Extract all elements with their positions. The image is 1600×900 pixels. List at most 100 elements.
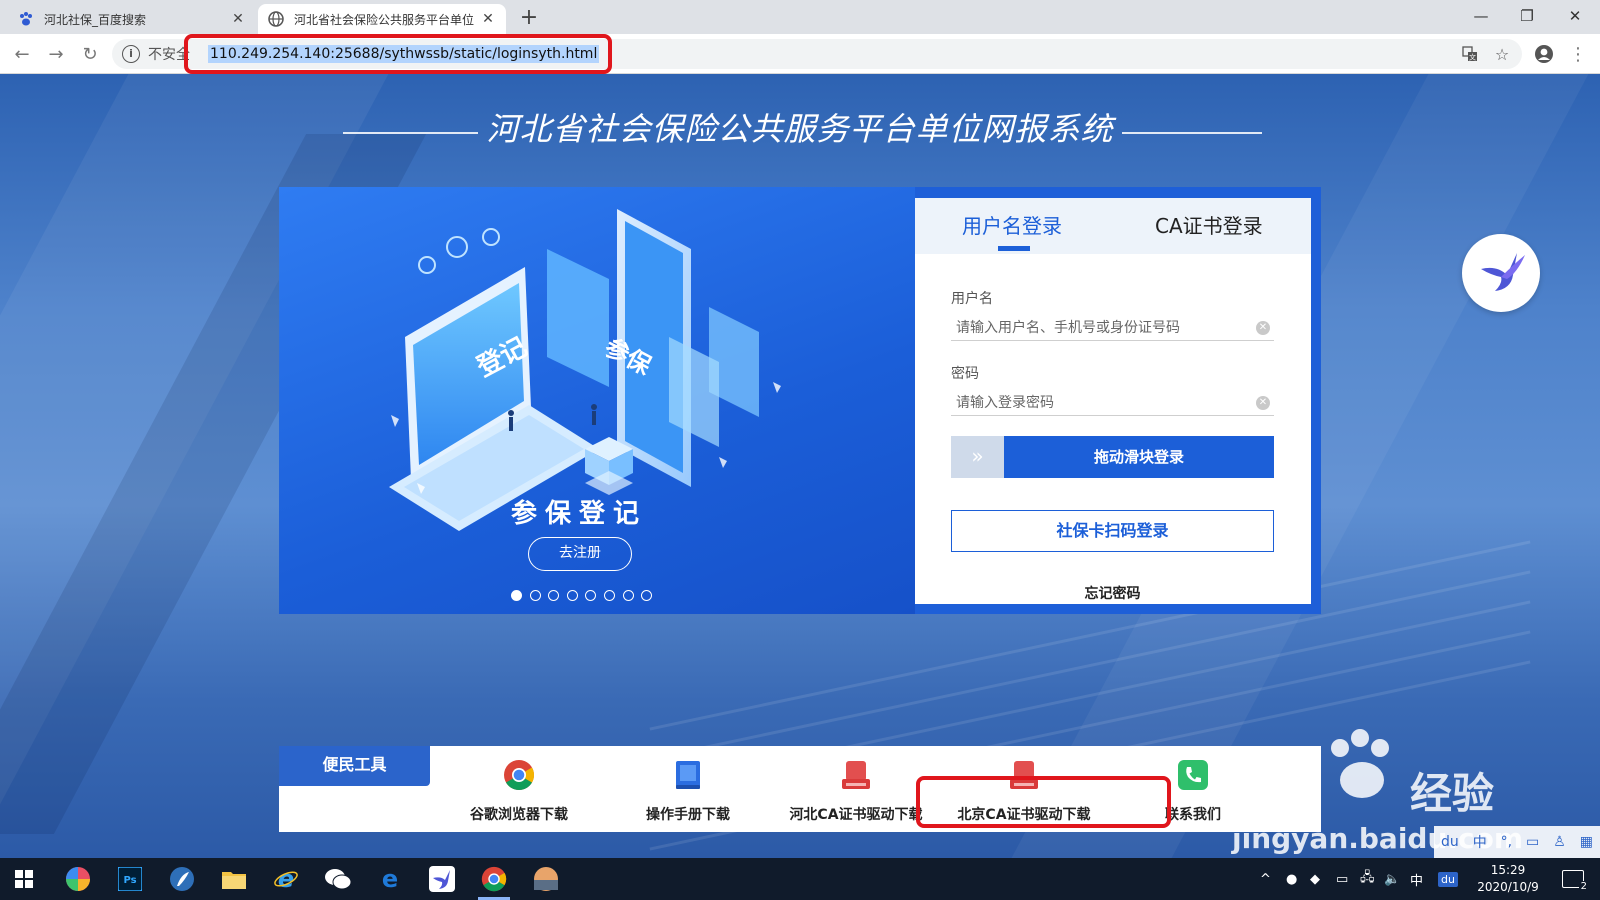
carousel-dot[interactable] xyxy=(548,590,560,601)
forgot-password-link[interactable]: 忘记密码 xyxy=(951,583,1274,603)
chinese-input-icon[interactable]: 中 xyxy=(1473,832,1487,852)
close-icon[interactable]: ✕ xyxy=(230,11,246,27)
reload-icon[interactable]: ↻ xyxy=(76,40,104,68)
restore-icon[interactable]: ❐ xyxy=(1504,0,1550,32)
slider-captcha[interactable]: » 拖动滑块登录 xyxy=(951,436,1274,478)
active-tab-indicator xyxy=(998,246,1030,251)
banner-caption: 参保登记 xyxy=(510,499,647,529)
baidu-paw-icon xyxy=(18,11,34,27)
system-clock[interactable]: 15:29 2020/10/9 xyxy=(1468,862,1548,896)
forward-icon[interactable]: → xyxy=(42,40,70,68)
profile-icon[interactable] xyxy=(1530,40,1558,68)
address-bar[interactable]: i 不安全 110.249.254.140:25688/sythwssb/sta… xyxy=(112,39,1522,69)
tab-title: 河北省社会保险公共服务平台单位 xyxy=(294,12,475,27)
title-rule-right xyxy=(1122,132,1262,134)
clear-icon[interactable]: ✕ xyxy=(1256,321,1270,335)
tool-contact-us[interactable]: 联系我们 xyxy=(1113,758,1273,824)
grid-icon[interactable]: ▦ xyxy=(1580,834,1593,850)
double-chevron-right-icon[interactable]: » xyxy=(951,436,1004,478)
tab-baidu-search[interactable]: 河北社保_百度搜索 ✕ xyxy=(8,4,256,34)
svg-text:文: 文 xyxy=(1469,53,1476,62)
windows-start-icon[interactable] xyxy=(2,861,46,897)
minimize-icon[interactable]: — xyxy=(1458,0,1504,32)
feather-app-icon[interactable] xyxy=(160,861,204,897)
network-icon[interactable]: 🖧 xyxy=(1360,858,1375,900)
carousel-dot[interactable] xyxy=(603,590,615,601)
landscape-app-icon[interactable] xyxy=(524,861,568,897)
translate-icon[interactable]: 文 xyxy=(1458,39,1482,69)
browser-tab-bar: 河北社保_百度搜索 ✕ 河北省社会保险公共服务平台单位 ✕ + — ❐ ✕ xyxy=(0,0,1600,34)
edge-icon[interactable]: e xyxy=(368,861,412,897)
register-button[interactable]: 去注册 xyxy=(528,537,632,571)
user-icon[interactable]: ♙ xyxy=(1553,834,1566,850)
tool-label: 谷歌浏览器下载 xyxy=(470,807,568,823)
social-card-scan-login-button[interactable]: 社保卡扫码登录 xyxy=(951,510,1274,552)
carousel-dot[interactable] xyxy=(566,590,578,601)
carousel-dot[interactable] xyxy=(585,590,597,601)
colorful-app-icon[interactable] xyxy=(56,861,100,897)
wechat-icon[interactable] xyxy=(316,861,360,897)
url-text[interactable]: 110.249.254.140:25688/sythwssb/static/lo… xyxy=(208,45,600,63)
tool-label: 河北CA证书驱动下载 xyxy=(789,807,923,823)
tray-expand-icon[interactable]: ^ xyxy=(1260,858,1271,900)
tab-hebei-social-security[interactable]: 河北省社会保险公共服务平台单位 ✕ xyxy=(258,4,506,34)
info-icon[interactable]: i xyxy=(122,45,140,63)
tool-beijing-ca-driver[interactable]: 北京CA证书驱动下载 xyxy=(944,758,1104,824)
tray-shield-icon[interactable]: ◆ xyxy=(1310,858,1320,900)
close-icon[interactable]: ✕ xyxy=(480,11,496,27)
carousel-dot[interactable] xyxy=(511,590,522,601)
tab-ca-login[interactable]: CA证书登录 xyxy=(1155,210,1263,239)
bird-logo-icon[interactable] xyxy=(1462,234,1540,312)
tray-app-icon[interactable]: ● xyxy=(1286,858,1297,900)
screen-icon[interactable]: ▭ xyxy=(1526,834,1539,850)
page-title: 河北省社会保险公共服务平台单位网报系统 xyxy=(486,110,1114,148)
clock-date: 2020/10/9 xyxy=(1477,880,1539,894)
windows-taskbar: Ps e e ^ ● ◆ ▭ 🖧 🔈 中 du 15:29 2020/10/9 … xyxy=(0,858,1600,900)
usb-key-icon xyxy=(944,758,1104,792)
clock-time: 15:29 xyxy=(1490,863,1526,877)
login-form: 用户名登录 CA证书登录 用户名 请输入用户名、手机号或身份证号码 ✕ 密码 请… xyxy=(915,198,1311,604)
internet-explorer-icon[interactable]: e xyxy=(264,861,308,897)
carousel-dot[interactable] xyxy=(641,590,653,601)
carousel-dots xyxy=(511,590,660,601)
bookmark-star-icon[interactable]: ☆ xyxy=(1490,39,1514,69)
tab-title: 河北社保_百度搜索 xyxy=(44,12,147,27)
notification-center-icon[interactable]: 2 xyxy=(1562,858,1589,900)
punctuation-icon[interactable]: °, xyxy=(1501,834,1512,850)
chrome-taskbar-icon[interactable] xyxy=(472,861,516,900)
username-placeholder: 请输入用户名、手机号或身份证号码 xyxy=(956,320,1180,336)
slider-text: 拖动滑块登录 xyxy=(1093,448,1184,466)
du-icon[interactable]: du xyxy=(1441,834,1459,850)
volume-icon[interactable]: 🔈 xyxy=(1384,858,1400,900)
password-placeholder: 请输入登录密码 xyxy=(956,395,1054,411)
password-label: 密码 xyxy=(951,366,979,382)
tool-hebei-ca-driver[interactable]: 河北CA证书驱动下载 xyxy=(776,758,936,824)
svg-text:e: e xyxy=(382,866,398,892)
manual-icon xyxy=(608,758,768,792)
file-explorer-icon[interactable] xyxy=(212,861,256,897)
battery-icon[interactable]: ▭ xyxy=(1336,858,1348,900)
browser-toolbar: ← → ↻ i 不安全 110.249.254.140:25688/sythws… xyxy=(0,34,1600,74)
svg-text:e: e xyxy=(278,866,294,892)
back-icon[interactable]: ← xyxy=(8,40,36,68)
tool-chrome-download[interactable]: 谷歌浏览器下载 xyxy=(439,758,599,824)
new-tab-button[interactable]: + xyxy=(516,6,542,32)
login-panel: 登记 参保 参保登记 去注册 用户名登录 CA证书登录 用户名 请输入用户名、手… xyxy=(279,187,1321,614)
carousel-dot[interactable] xyxy=(622,590,634,601)
username-input[interactable]: 请输入用户名、手机号或身份证号码 ✕ xyxy=(951,315,1274,341)
photoshop-icon[interactable]: Ps xyxy=(108,861,152,897)
tool-label: 操作手册下载 xyxy=(646,807,730,823)
convenience-tools: 便民工具 谷歌浏览器下载 操作手册下载 河北CA证书驱动下载 北京CA证书驱动下… xyxy=(279,746,1321,832)
bird-app-icon[interactable] xyxy=(420,861,464,897)
clear-icon[interactable]: ✕ xyxy=(1256,396,1270,410)
usb-key-icon xyxy=(776,758,936,792)
carousel-dot[interactable] xyxy=(529,590,541,601)
window-close-icon[interactable]: ✕ xyxy=(1552,0,1598,32)
tab-username-login[interactable]: 用户名登录 xyxy=(962,210,1062,239)
tool-manual-download[interactable]: 操作手册下载 xyxy=(608,758,768,824)
du-tray-icon[interactable]: du xyxy=(1438,858,1458,900)
menu-kebab-icon[interactable]: ⋮ xyxy=(1564,40,1592,68)
ime-indicator[interactable]: 中 xyxy=(1410,858,1423,900)
login-tabs: 用户名登录 CA证书登录 xyxy=(915,198,1311,254)
password-input[interactable]: 请输入登录密码 ✕ xyxy=(951,390,1274,416)
